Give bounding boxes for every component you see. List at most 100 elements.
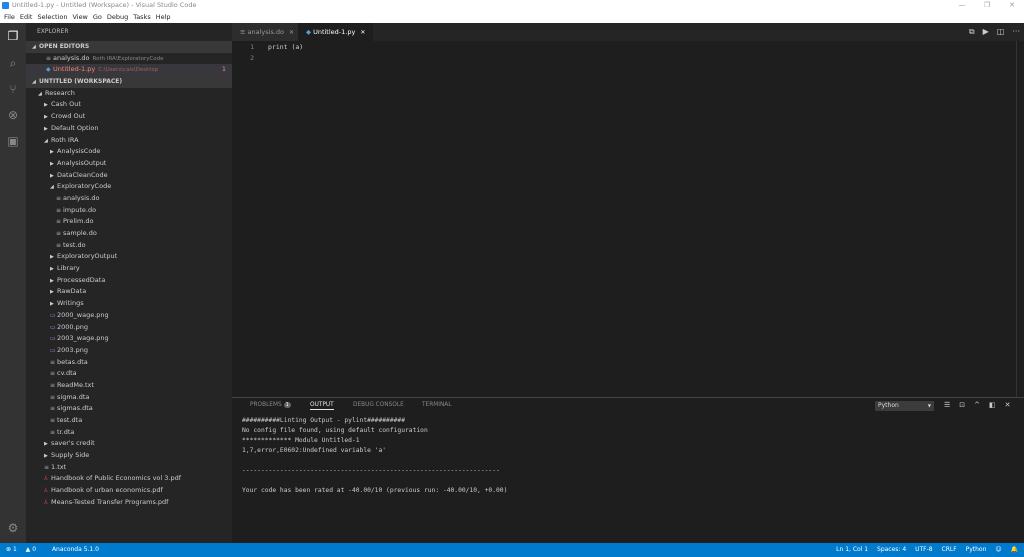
split-editor-icon[interactable]: ◫	[997, 27, 1005, 36]
tree-item[interactable]: ▶ Supply Side	[26, 450, 232, 462]
tree-item[interactable]: ≡ 1.txt	[26, 462, 232, 474]
tree-item[interactable]: ≡ test.dta	[26, 415, 232, 427]
encoding[interactable]: UTF-8	[915, 546, 933, 553]
file-icon: ≡	[44, 463, 50, 471]
tree-item[interactable]: ◢ Research	[26, 88, 232, 100]
tree-item[interactable]: ◢ Roth IRA	[26, 135, 232, 147]
tree-item[interactable]: ▶ Default Option	[26, 123, 232, 135]
indentation[interactable]: Spaces: 4	[877, 546, 906, 553]
debug-icon[interactable]: ⊗	[5, 107, 21, 123]
menu-tasks[interactable]: Tasks	[133, 13, 150, 21]
tree-item[interactable]: ▶ Writings	[26, 298, 232, 310]
tree-item[interactable]: ≡ test.do	[26, 240, 232, 252]
extensions-icon[interactable]: ▣	[5, 133, 21, 149]
source-control-icon[interactable]: ⑂	[5, 81, 21, 97]
menu-help[interactable]: Help	[156, 13, 171, 21]
explorer-icon[interactable]: ❐	[5, 28, 21, 44]
remote-icon[interactable]: ⧉	[969, 27, 975, 36]
tree-item[interactable]: ≡ sample.do	[26, 228, 232, 240]
file-icon: ≡	[56, 218, 62, 226]
toggle-panel-icon[interactable]: ◧	[989, 401, 996, 409]
tree-item[interactable]: ▶ saver's credit	[26, 438, 232, 450]
tree-item[interactable]: ⅄ Handbook of Public Economics vol 3.pdf	[26, 473, 232, 485]
interpreter-status[interactable]: Anaconda 5.1.0	[52, 546, 99, 553]
tree-item[interactable]: ▭2000.png	[26, 322, 232, 334]
menu-view[interactable]: View	[72, 13, 87, 21]
tab-debug-console[interactable]: DEBUG CONSOLE	[353, 402, 404, 408]
tree-item[interactable]: ▶ DataCleanCode	[26, 170, 232, 182]
open-editors-header[interactable]: ◢ OPEN EDITORS	[26, 41, 232, 53]
run-icon[interactable]: ▶	[983, 27, 989, 36]
tree-item[interactable]: ⅄ Handbook of urban economics.pdf	[26, 485, 232, 497]
tree-item[interactable]: ≡ Prelim.do	[26, 216, 232, 228]
clear-output-icon[interactable]: ☰	[944, 401, 950, 409]
minimize-button[interactable]: —	[950, 0, 974, 11]
menu-file[interactable]: File	[4, 13, 15, 21]
image-icon: ▭	[50, 311, 56, 319]
image-icon: ▭	[50, 335, 56, 343]
tree-item[interactable]: ▭2003.png	[26, 345, 232, 357]
tree-item[interactable]: ≡ betas.dta	[26, 357, 232, 369]
menu-bar: File Edit Selection View Go Debug Tasks Help	[0, 11, 1024, 23]
feedback-smiley-icon[interactable]: ☺	[995, 546, 1001, 553]
close-panel-icon[interactable]: ✕	[1005, 401, 1011, 409]
notifications-bell-icon[interactable]: 🔔	[1011, 546, 1018, 553]
tree-item[interactable]: ≡ sigma.dta	[26, 392, 232, 404]
tree-item[interactable]: ▭2003_wage.png	[26, 333, 232, 345]
tree-item[interactable]: ≡ sigmas.dta	[26, 403, 232, 415]
tree-item[interactable]: ▶ Cash Out	[26, 99, 232, 111]
open-editor-item[interactable]: ◆ Untitled-1.py C:\Users\cais\Desktop 1	[26, 64, 232, 77]
tree-item[interactable]: ▶ AnalysisCode	[26, 146, 232, 158]
tree-item[interactable]: ≡ analysis.do	[26, 193, 232, 205]
tab-untitled-1-py[interactable]: ◆ Untitled-1.py ✕	[298, 23, 374, 41]
tree-item[interactable]: ▶ ExploratoryOutput	[26, 251, 232, 263]
output-text: ##########Linting Output - pylint#######…	[242, 417, 508, 494]
file-icon: ≡	[50, 417, 56, 424]
output-channel-select[interactable]: Python ▼	[875, 401, 934, 411]
close-tab-icon[interactable]: ✕	[289, 29, 294, 36]
close-tab-icon[interactable]: ✕	[360, 29, 365, 36]
tab-output[interactable]: OUTPUT	[310, 402, 334, 410]
close-window-button[interactable]: ✕	[1000, 0, 1024, 11]
menu-selection[interactable]: Selection	[37, 13, 67, 21]
editor-scrollbar[interactable]	[1016, 41, 1024, 397]
tree-item[interactable]: ≡ cv.dta	[26, 368, 232, 380]
open-editor-item[interactable]: ≡ analysis.do Roth IRA\ExploratoryCode	[26, 53, 232, 65]
cursor-position[interactable]: Ln 1, Col 1	[836, 546, 868, 553]
tree-item[interactable]: ≡ tr.dta	[26, 427, 232, 439]
problems-status[interactable]: ⊗ 1 ▲ 0	[6, 546, 43, 553]
tree-item[interactable]: ▶ RawData	[26, 286, 232, 298]
tab-problems[interactable]: PROBLEMS 1	[250, 402, 291, 408]
tab-analysis-do[interactable]: ≡ analysis.do ✕	[232, 23, 303, 41]
tree-item[interactable]: ◢ ExploratoryCode	[26, 181, 232, 193]
tree-item[interactable]: ▶ Crowd Out	[26, 111, 232, 123]
pdf-icon: ⅄	[44, 498, 48, 506]
file-icon: ≡	[56, 206, 62, 214]
menu-edit[interactable]: Edit	[20, 13, 33, 21]
tree-item[interactable]: ▶ ProcessedData	[26, 275, 232, 287]
code-line[interactable]: print (a)	[268, 43, 303, 51]
maximize-button[interactable]: ❐	[975, 0, 999, 11]
lock-scroll-icon[interactable]: ⊡	[959, 401, 965, 409]
window-title: Untitled-1.py - Untitled (Workspace) - V…	[12, 1, 197, 9]
tree-item[interactable]: ▭2000_wage.png	[26, 310, 232, 322]
settings-gear-icon[interactable]: ⚙	[5, 520, 21, 536]
maximize-panel-icon[interactable]: ^	[974, 401, 980, 409]
more-actions-icon[interactable]: ···	[1012, 27, 1020, 36]
tree-item[interactable]: ⅄ Means-Tested Transfer Programs.pdf	[26, 497, 232, 509]
file-icon: ≡	[50, 381, 56, 389]
file-icon: ≡	[56, 194, 62, 202]
tree-item[interactable]: ≡ impute.do	[26, 205, 232, 217]
tab-terminal[interactable]: TERMINAL	[422, 402, 451, 408]
line-ending[interactable]: CRLF	[942, 546, 957, 553]
tree-item[interactable]: ▶ Library	[26, 263, 232, 275]
tree-item[interactable]: ≡ ReadMe.txt	[26, 380, 232, 392]
search-icon[interactable]: ⌕	[5, 55, 21, 71]
workspace-header[interactable]: ◢ UNTITLED (WORKSPACE)	[26, 76, 232, 88]
menu-go[interactable]: Go	[93, 13, 102, 21]
language-mode[interactable]: Python	[966, 546, 987, 553]
file-icon: ≡	[56, 230, 62, 237]
tree-item[interactable]: ▶ AnalysisOutput	[26, 158, 232, 170]
menu-debug[interactable]: Debug	[107, 13, 128, 21]
activity-bar: ❐ ⌕ ⑂ ⊗ ▣ ⚙	[0, 23, 26, 543]
